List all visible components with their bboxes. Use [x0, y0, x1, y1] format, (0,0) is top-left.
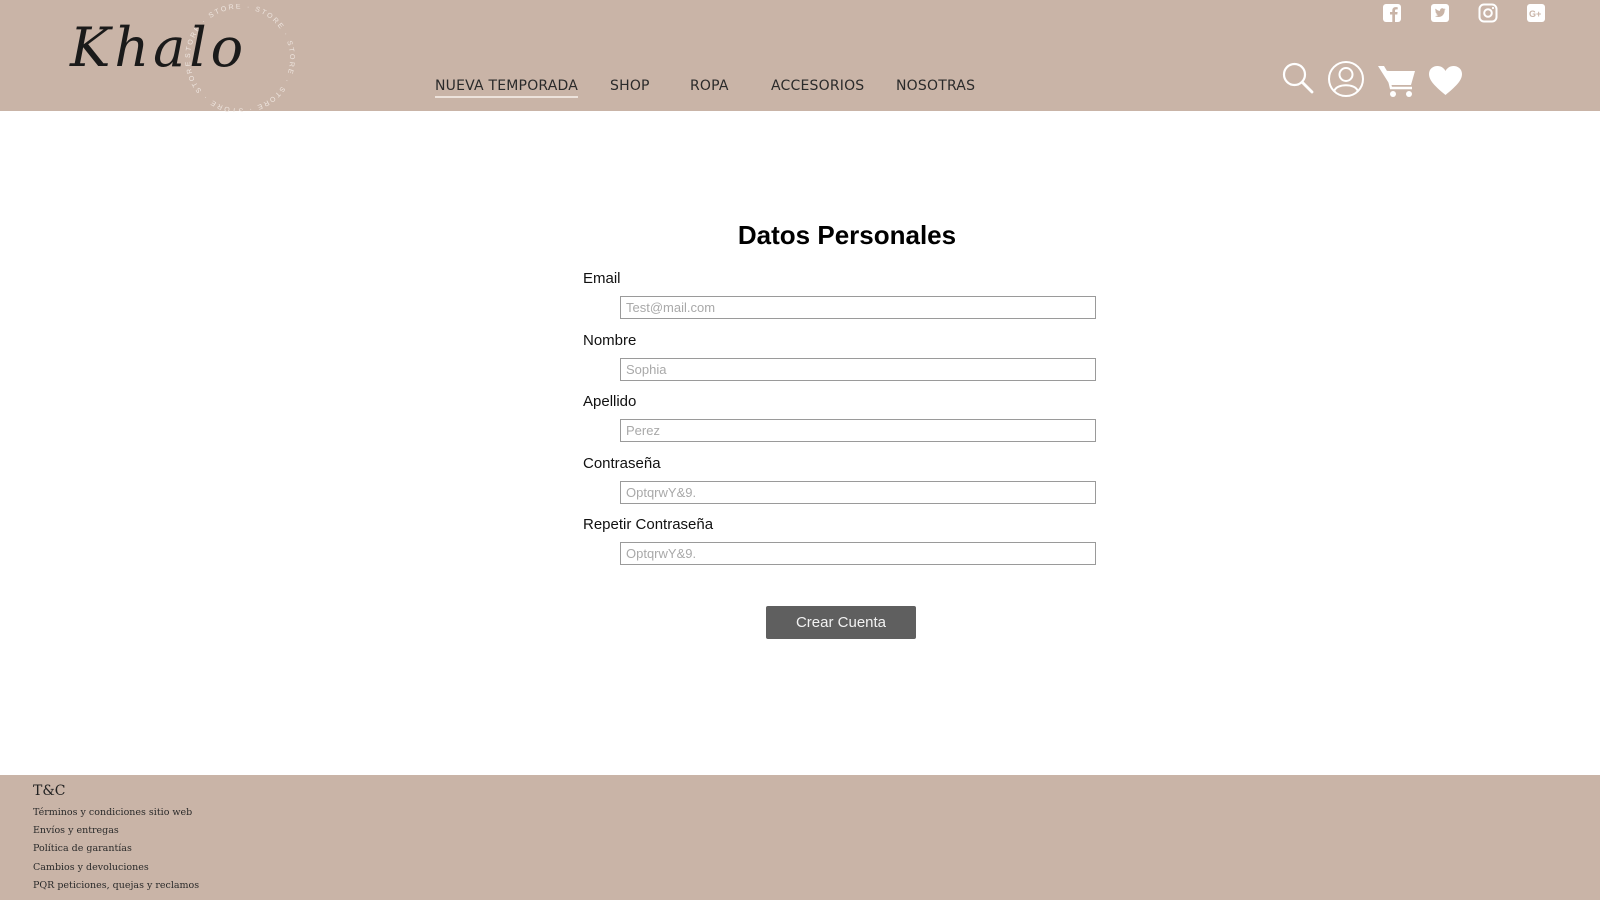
site-footer: T&C Términos y condiciones sitio web Env… — [0, 775, 1600, 900]
apellido-label: Apellido — [583, 393, 637, 410]
repeat-password-field[interactable] — [620, 542, 1096, 565]
nav-accesorios[interactable]: ACCESORIOS — [771, 78, 864, 94]
footer-link-pqr[interactable]: PQR peticiones, quejas y reclamos — [33, 880, 199, 891]
nav-shop[interactable]: SHOP — [610, 78, 650, 94]
footer-title: T&C — [33, 783, 66, 799]
email-field[interactable] — [620, 296, 1096, 319]
footer-link-cambios[interactable]: Cambios y devoluciones — [33, 862, 149, 873]
email-label: Email — [583, 270, 621, 287]
password-label: Contraseña — [583, 455, 661, 472]
twitter-icon[interactable] — [1430, 3, 1450, 23]
repeat-password-label: Repetir Contraseña — [583, 516, 714, 533]
facebook-icon[interactable] — [1382, 3, 1402, 23]
cart-icon[interactable] — [1377, 63, 1417, 99]
heart-icon[interactable] — [1428, 65, 1463, 96]
user-icon[interactable] — [1327, 60, 1365, 98]
page-title: Datos Personales — [737, 220, 957, 250]
svg-text:G+: G+ — [1529, 9, 1541, 19]
footer-link-garantias[interactable]: Política de garantías — [33, 843, 132, 854]
nav-nosotras[interactable]: NOSOTRAS — [896, 78, 975, 94]
instagram-icon[interactable] — [1478, 3, 1498, 23]
nombre-field[interactable] — [620, 358, 1096, 381]
site-header: STORE · STORE · STORE · STORE · STORE · … — [0, 0, 1600, 112]
logo-wordmark: Khalo — [70, 16, 248, 79]
brand-logo[interactable]: STORE · STORE · STORE · STORE · STORE · … — [40, 2, 293, 112]
footer-link-terminos[interactable]: Términos y condiciones sitio web — [33, 807, 192, 818]
password-field[interactable] — [620, 481, 1096, 504]
search-icon[interactable] — [1281, 61, 1315, 95]
apellido-field[interactable] — [620, 419, 1096, 442]
nav-ropa[interactable]: ROPA — [690, 78, 729, 94]
nav-nueva-temporada[interactable]: NUEVA TEMPORADA — [435, 78, 579, 98]
nombre-label: Nombre — [583, 332, 637, 349]
footer-link-envios[interactable]: Envíos y entregas — [33, 825, 119, 836]
google-plus-icon[interactable]: G+ — [1526, 3, 1546, 23]
create-account-button[interactable]: Crear Cuenta — [766, 606, 916, 639]
